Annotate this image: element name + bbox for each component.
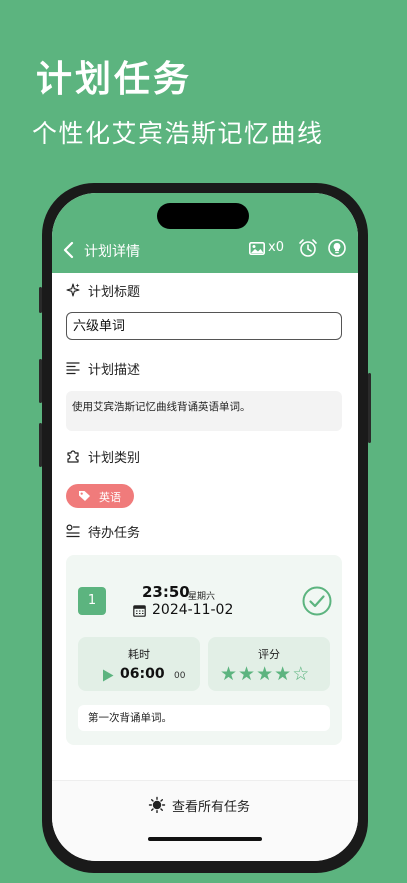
phone-volume-down (39, 423, 42, 467)
promo-subtitle: 个性化艾宾浩斯记忆曲线 (32, 119, 324, 148)
alarm-clock-icon[interactable] (298, 238, 318, 258)
app-screen: 计划详情 x0 计划标题 六级单词 计划描述 使用艾宾浩斯记忆曲线背诵英语单词。… (52, 193, 358, 861)
star-filled-icon[interactable]: ★ (220, 663, 238, 685)
category-label: 计划类别 (88, 451, 141, 466)
play-icon[interactable] (102, 669, 114, 682)
phone-volume-up (39, 359, 42, 403)
home-indicator (148, 837, 262, 841)
page-title: 计划详情 (84, 244, 140, 260)
star-filled-icon[interactable]: ★ (238, 663, 256, 685)
todo-task-card[interactable]: 1 23:50 星期六 2024-11-02 耗时 06:00 00 评分 ★★… (66, 555, 342, 745)
duration-label: 耗时 (128, 648, 150, 661)
plan-description-field[interactable]: 使用艾宾浩斯记忆曲线背诵英语单词。 (66, 391, 342, 431)
category-tag-label: 英语 (99, 491, 121, 504)
text-align-icon (66, 362, 80, 375)
star-filled-icon[interactable]: ★ (274, 663, 292, 685)
duration-subvalue: 00 (174, 671, 186, 681)
description-label: 计划描述 (88, 363, 141, 378)
checklist-icon (66, 524, 80, 538)
plan-title-input[interactable]: 六级单词 (66, 312, 342, 340)
chevron-left-icon[interactable] (62, 241, 74, 262)
tag-icon (79, 491, 90, 501)
phone-frame: 计划详情 x0 计划标题 六级单词 计划描述 使用艾宾浩斯记忆曲线背诵英语单词。… (39, 183, 371, 873)
rating-label: 评分 (258, 648, 280, 661)
sun-icon[interactable] (148, 795, 166, 813)
image-icon[interactable] (249, 242, 265, 255)
phone-power-button (368, 373, 371, 443)
view-all-tasks-button[interactable]: 查看所有任务 (172, 796, 250, 815)
lightbulb-icon[interactable] (328, 239, 346, 257)
task-note[interactable]: 第一次背诵单词。 (78, 705, 330, 731)
star-filled-icon[interactable]: ★ (256, 663, 274, 685)
task-time: 23:50 (142, 583, 190, 601)
footer-bar: 查看所有任务 (52, 780, 358, 861)
task-index-badge: 1 (78, 587, 106, 615)
phone-side-button (39, 287, 42, 313)
dynamic-island (157, 203, 249, 229)
sparkle-icon (66, 283, 80, 297)
check-circle-icon[interactable] (302, 586, 332, 616)
todo-label: 待办任务 (88, 526, 141, 541)
calendar-icon (133, 605, 146, 617)
title-label: 计划标题 (88, 285, 141, 300)
duration-box[interactable]: 耗时 06:00 00 (78, 637, 200, 691)
duration-value: 06:00 (120, 666, 165, 682)
category-tag[interactable]: 英语 (66, 484, 134, 508)
rating-box: 评分 ★★★★☆ (208, 637, 330, 691)
task-date: 2024-11-02 (152, 602, 234, 618)
rating-stars[interactable]: ★★★★☆ (220, 663, 310, 685)
promo-title: 计划任务 (36, 59, 193, 100)
puzzle-icon (67, 450, 79, 463)
star-empty-icon[interactable]: ☆ (292, 663, 310, 685)
task-weekday: 星期六 (188, 592, 216, 602)
image-count: x0 (268, 240, 284, 255)
